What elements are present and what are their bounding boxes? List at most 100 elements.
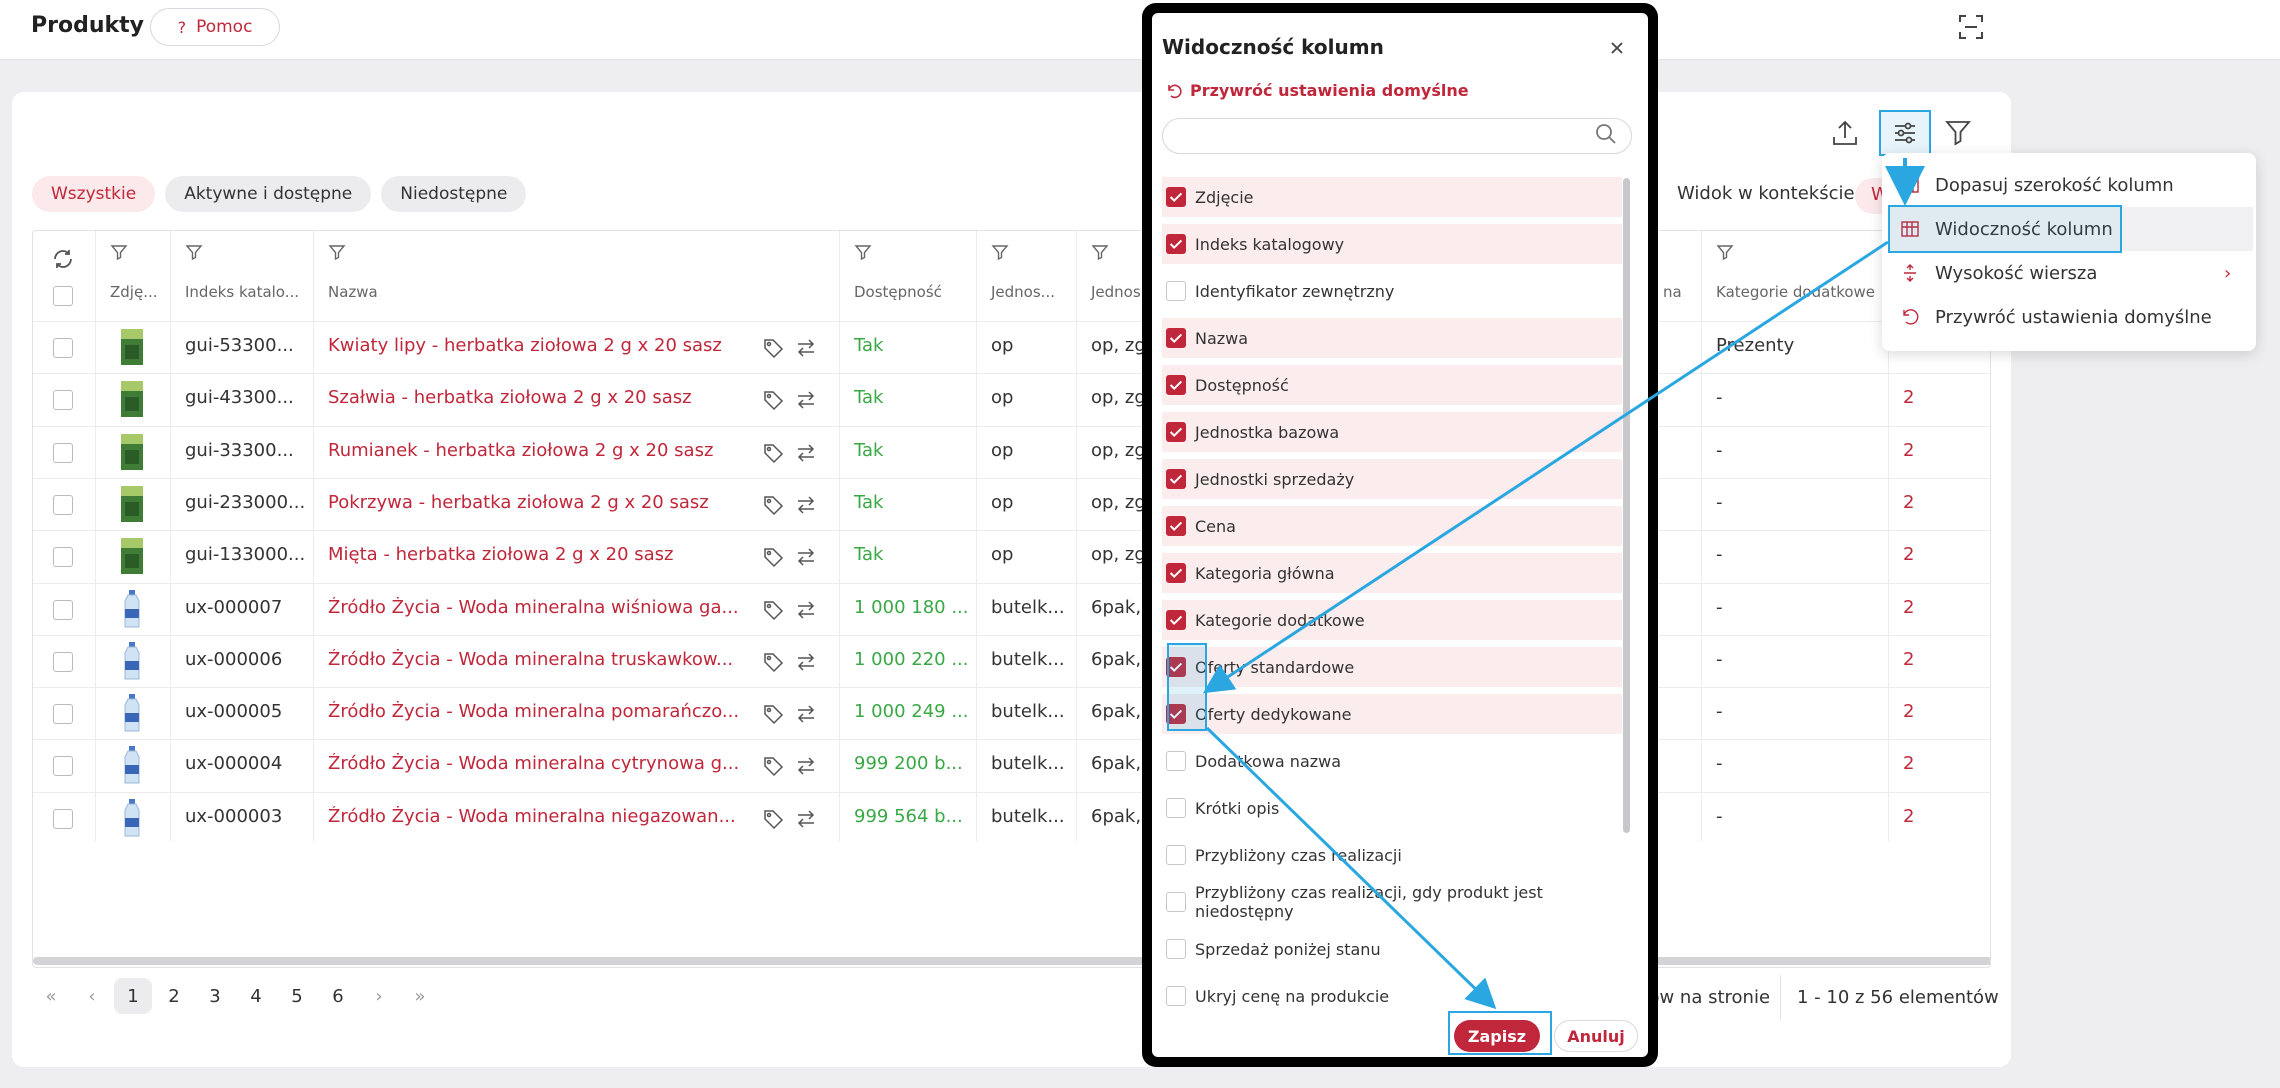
tab-active-available[interactable]: Aktywne i dostępne <box>165 176 372 212</box>
checkbox-checked[interactable] <box>1166 328 1186 348</box>
swap-icon[interactable] <box>795 755 817 777</box>
select-all-checkbox[interactable] <box>53 286 73 306</box>
cell-count[interactable]: 2 <box>1903 806 1943 827</box>
tag-icon[interactable] <box>762 703 784 725</box>
page-button[interactable]: 3 <box>196 978 234 1014</box>
swap-icon[interactable] <box>795 494 817 516</box>
menu-item-restore[interactable]: Przywróć ustawienia domyślne <box>1882 295 2256 339</box>
product-name-link[interactable]: Kwiaty lipy - herbatka ziołowa 2 g x 20 … <box>328 335 748 356</box>
column-option[interactable]: Cena <box>1162 506 1622 546</box>
header-sales-units[interactable]: Jednos <box>1091 283 1141 301</box>
product-name-link[interactable]: Szałwia - herbatka ziołowa 2 g x 20 sasz <box>328 387 748 408</box>
column-option[interactable]: Krótki opis <box>1162 788 1622 828</box>
checkbox-checked[interactable] <box>1166 375 1186 395</box>
tag-icon[interactable] <box>762 442 784 464</box>
column-filter-icon[interactable] <box>854 243 872 261</box>
row-checkbox[interactable] <box>53 704 73 725</box>
table-row[interactable]: gui-43300... Szałwia - herbatka ziołowa 2… <box>33 373 1990 425</box>
first-page-button[interactable]: « <box>32 978 70 1014</box>
table-row[interactable]: gui-133000... Mięta - herbatka ziołowa 2 … <box>33 530 1990 582</box>
column-option[interactable]: Identyfikator zewnętrzny <box>1162 271 1622 311</box>
menu-item-row-height[interactable]: Wysokość wiersza › <box>1882 251 2256 295</box>
row-checkbox[interactable] <box>53 756 73 777</box>
cell-count[interactable]: 2 <box>1903 649 1943 670</box>
row-checkbox[interactable] <box>53 599 73 620</box>
export-icon[interactable] <box>1830 118 1860 148</box>
tag-icon[interactable] <box>762 546 784 568</box>
tab-unavailable[interactable]: Niedostępne <box>381 176 527 212</box>
row-checkbox[interactable] <box>53 808 73 829</box>
swap-icon[interactable] <box>795 651 817 673</box>
tag-icon[interactable] <box>762 389 784 411</box>
table-row[interactable]: ux-000007 Źródło Życia - Woda mineralna w… <box>33 582 1990 635</box>
checkbox-unchecked[interactable] <box>1166 986 1186 1006</box>
column-filter-icon[interactable] <box>328 243 346 261</box>
column-option[interactable]: Zdjęcie <box>1162 177 1622 217</box>
checkbox-checked[interactable] <box>1166 563 1186 583</box>
tag-icon[interactable] <box>762 651 784 673</box>
row-checkbox[interactable] <box>53 390 73 411</box>
column-option[interactable]: Oferty dedykowane <box>1162 694 1622 734</box>
swap-icon[interactable] <box>795 599 817 621</box>
checkbox-unchecked[interactable] <box>1166 281 1186 301</box>
header-extra-categories[interactable]: Kategorie dodatkowe <box>1716 283 1875 301</box>
swap-icon[interactable] <box>795 337 817 359</box>
page-button[interactable]: 1 <box>114 978 152 1014</box>
column-option[interactable]: Ukryj cenę na produkcie <box>1162 976 1622 1016</box>
column-option[interactable]: Indeks katalogowy <box>1162 224 1622 264</box>
table-row[interactable]: ux-000003 Źródło Życia - Woda mineralna n… <box>33 791 1990 844</box>
restore-defaults-link[interactable]: Przywróć ustawienia domyślne <box>1166 81 1469 100</box>
column-filter-icon[interactable] <box>1716 243 1734 261</box>
refresh-icon[interactable] <box>51 247 75 271</box>
prev-page-button[interactable]: ‹ <box>73 978 111 1014</box>
column-option[interactable]: Przybliżony czas realizacji <box>1162 835 1622 875</box>
product-name-link[interactable]: Pokrzywa - herbatka ziołowa 2 g x 20 sas… <box>328 492 748 513</box>
checkbox-unchecked[interactable] <box>1166 798 1186 818</box>
product-name-link[interactable]: Mięta - herbatka ziołowa 2 g x 20 sasz <box>328 544 748 565</box>
checkbox-unchecked[interactable] <box>1166 751 1186 771</box>
swap-icon[interactable] <box>795 808 817 830</box>
tag-icon[interactable] <box>762 337 784 359</box>
page-button[interactable]: 4 <box>237 978 275 1014</box>
row-checkbox[interactable] <box>53 442 73 463</box>
product-name-link[interactable]: Źródło Życia - Woda mineralna truskawkow… <box>328 649 748 670</box>
row-checkbox[interactable] <box>53 547 73 568</box>
table-row[interactable]: gui-33300... Rumianek - herbatka ziołowa … <box>33 425 1990 478</box>
cell-count[interactable]: 2 <box>1903 544 1943 565</box>
row-checkbox[interactable] <box>53 494 73 515</box>
column-option[interactable]: Jednostka bazowa <box>1162 412 1622 452</box>
column-list-scrollbar[interactable] <box>1623 178 1630 833</box>
product-name-link[interactable]: Rumianek - herbatka ziołowa 2 g x 20 sas… <box>328 440 748 461</box>
help-button[interactable]: ? Pomoc <box>150 8 280 46</box>
row-checkbox[interactable] <box>53 651 73 672</box>
page-button[interactable]: 5 <box>278 978 316 1014</box>
product-name-link[interactable]: Źródło Życia - Woda mineralna wiśniowa g… <box>328 597 748 618</box>
table-row[interactable]: ux-000006 Źródło Życia - Woda mineralna t… <box>33 634 1990 687</box>
checkbox-checked[interactable] <box>1166 187 1186 207</box>
context-view-select[interactable]: W <box>1855 178 1885 214</box>
checkbox-checked[interactable] <box>1166 422 1186 442</box>
cell-count[interactable]: 2 <box>1903 492 1943 513</box>
column-option[interactable]: Sprzedaż poniżej stanu <box>1162 929 1622 969</box>
last-page-button[interactable]: » <box>401 978 439 1014</box>
checkbox-checked[interactable] <box>1166 610 1186 630</box>
fullscreen-icon[interactable] <box>1958 14 1984 40</box>
filter-icon[interactable] <box>1944 118 1972 146</box>
header-photo[interactable]: Zdję... <box>110 283 158 301</box>
checkbox-checked[interactable] <box>1166 469 1186 489</box>
column-option[interactable]: Jednostki sprzedaży <box>1162 459 1622 499</box>
column-filter-icon[interactable] <box>991 243 1009 261</box>
swap-icon[interactable] <box>795 703 817 725</box>
column-option[interactable]: Dodatkowa nazwa <box>1162 741 1622 781</box>
product-name-link[interactable]: Źródło Życia - Woda mineralna pomarańczo… <box>328 701 748 722</box>
cell-count[interactable]: 2 <box>1903 701 1943 722</box>
table-row[interactable]: gui-233000... Pokrzywa - herbatka ziołowa… <box>33 477 1990 530</box>
column-search-input[interactable] <box>1162 118 1632 154</box>
column-filter-icon[interactable] <box>110 243 128 261</box>
cancel-button[interactable]: Anuluj <box>1554 1020 1638 1052</box>
tag-icon[interactable] <box>762 494 784 516</box>
header-availability[interactable]: Dostępność <box>854 283 942 301</box>
cell-count[interactable]: 2 <box>1903 387 1943 408</box>
column-option[interactable]: Kategoria główna <box>1162 553 1622 593</box>
checkbox-unchecked[interactable] <box>1166 892 1186 912</box>
